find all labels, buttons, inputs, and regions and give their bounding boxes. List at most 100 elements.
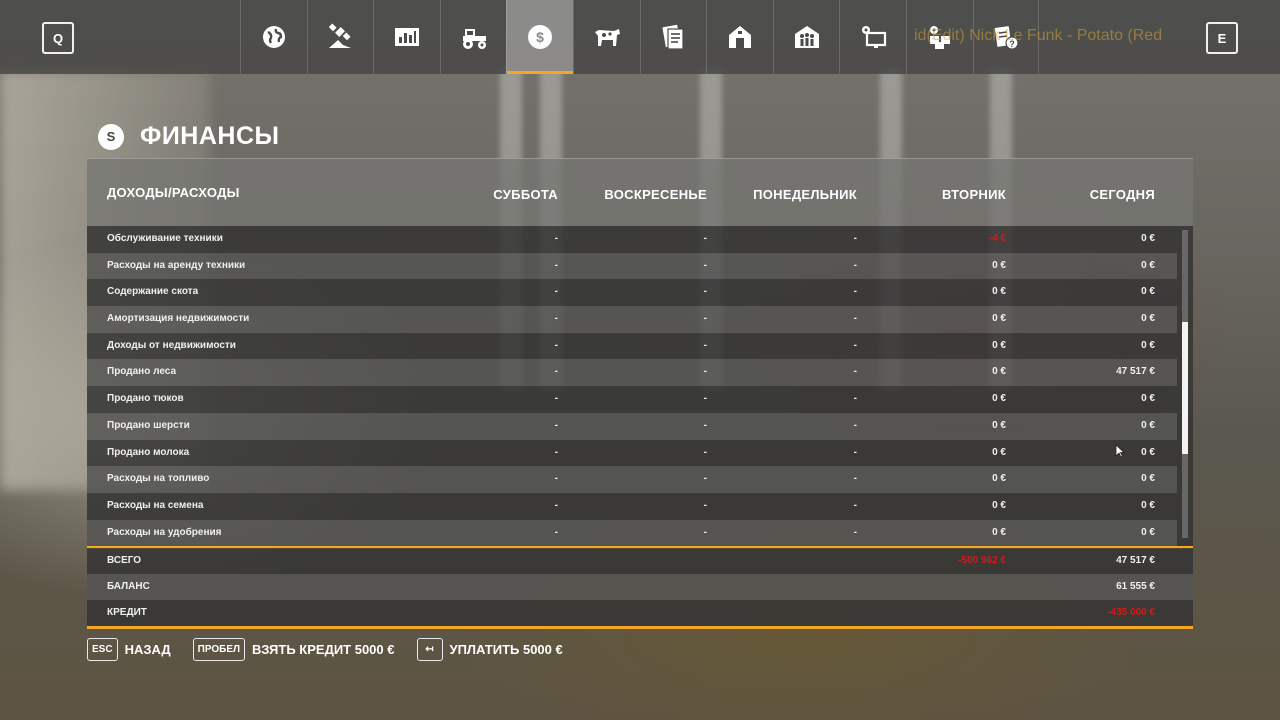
- quick-key-button[interactable]: Q: [42, 22, 74, 54]
- footer-actions: ESC НАЗАД ПРОБЕЛ ВЗЯТЬ КРЕДИТ 5000 € ↤ У…: [87, 638, 585, 661]
- chart-icon: [394, 28, 419, 46]
- documents-icon: [662, 24, 684, 50]
- table-row: Продано молока - - - 0 € 0 €: [87, 439, 1177, 467]
- row-cell: 0 €: [992, 366, 1006, 378]
- row-cell: -: [703, 446, 707, 458]
- table-row: Расходы на семена - - - 0 € 0 €: [87, 492, 1177, 520]
- row-cell: 0 €: [992, 286, 1006, 298]
- totals-today-value: -435 000 €: [1107, 607, 1155, 618]
- row-cell: 47 517 €: [1116, 366, 1155, 378]
- row-cell: 0 €: [992, 446, 1006, 458]
- row-cell: -: [853, 259, 857, 271]
- tab-players[interactable]: [772, 0, 840, 74]
- row-cell: -4 €: [988, 233, 1006, 244]
- row-cell: -: [703, 499, 707, 511]
- totals-row: ВСЕГО -500 962 € 47 517 €: [87, 548, 1193, 574]
- row-cell: -: [853, 233, 857, 244]
- row-cell: 0 €: [1141, 339, 1155, 351]
- row-cell: 0 €: [1141, 526, 1155, 538]
- row-cell: -: [853, 419, 857, 431]
- top-menu-bar: Q $ ? id(Edit) Nick Le Funk - Potato (Re…: [0, 0, 1280, 74]
- row-cell: 0 €: [992, 419, 1006, 431]
- svg-text:$: $: [536, 29, 544, 45]
- tab-settings[interactable]: [839, 0, 906, 74]
- row-cell: -: [853, 339, 857, 351]
- cow-icon: [594, 29, 620, 46]
- row-label: Расходы на удобрения: [107, 526, 222, 538]
- row-cell: -: [853, 526, 857, 538]
- row-cell: -: [853, 499, 857, 511]
- table-row: Расходы на аренду техники - - - 0 € 0 €: [87, 252, 1177, 280]
- tractor-icon: [462, 29, 486, 49]
- row-cell: 0 €: [1141, 286, 1155, 298]
- tab-contracts[interactable]: [639, 0, 707, 74]
- row-cell: -: [554, 499, 558, 511]
- row-label: Обслуживание техники: [107, 233, 223, 244]
- row-cell: -: [853, 473, 857, 485]
- row-cell: -: [853, 313, 857, 325]
- row-cell: 0 €: [1141, 393, 1155, 405]
- backspace-key: ↤: [416, 638, 443, 661]
- monitor-settings-icon: [862, 26, 887, 48]
- row-cell: -: [703, 419, 707, 431]
- row-cell: 0 €: [992, 473, 1006, 485]
- row-label: Продано шерсти: [107, 419, 190, 431]
- globe-icon: [262, 26, 285, 48]
- take-loan-button[interactable]: ПРОБЕЛ ВЗЯТЬ КРЕДИТ 5000 €: [192, 638, 395, 661]
- row-cell: -: [554, 419, 558, 431]
- scroll-thumb[interactable]: [1182, 322, 1188, 454]
- header-tuesday: ВТОРНИК: [941, 187, 1006, 202]
- row-cell: 0 €: [992, 339, 1006, 351]
- row-label: Продано тюков: [107, 393, 184, 405]
- tab-vehicles[interactable]: [439, 0, 507, 74]
- row-cell: 0 €: [1141, 499, 1155, 511]
- tab-calendar[interactable]: [306, 0, 374, 74]
- tab-animals[interactable]: [572, 0, 640, 74]
- row-cell: 0 €: [1141, 233, 1155, 244]
- table-rows: Обслуживание техники - - - -4 € 0 € Расходы на…: [87, 226, 1177, 547]
- row-cell: -: [703, 473, 707, 485]
- tab-farms[interactable]: [706, 0, 773, 74]
- stream-overlay-text: id(Edit) Nick Le Funk - Potato (Red: [914, 27, 1163, 44]
- table-row: Расходы на удобрения - - - 0 € 0 €: [87, 519, 1177, 547]
- row-cell: -: [554, 393, 558, 405]
- back-label: НАЗАД: [124, 642, 171, 657]
- row-label: Амортизация недвижимости: [107, 313, 250, 325]
- repay-label: УПЛАТИТЬ 5000 €: [449, 642, 563, 657]
- row-cell: 0 €: [992, 526, 1006, 538]
- table-row: Расходы на топливо - - - 0 € 0 €: [87, 466, 1177, 493]
- row-label: Расходы на аренду техники: [107, 259, 246, 271]
- table-row: Содержание скота - - - 0 € 0 €: [87, 279, 1177, 307]
- tab-finances[interactable]: $: [506, 0, 573, 74]
- page-heading: S ФИНАНСЫ: [98, 122, 280, 151]
- row-cell: 0 €: [1141, 446, 1155, 458]
- row-cell: 0 €: [992, 499, 1006, 511]
- table-scrollbar[interactable]: [1177, 226, 1193, 546]
- repay-loan-button[interactable]: ↤ УПЛАТИТЬ 5000 €: [416, 638, 563, 661]
- row-cell: -: [703, 366, 707, 378]
- row-cell: -: [853, 446, 857, 458]
- totals-row: КРЕДИТ -435 000 €: [87, 600, 1193, 626]
- row-cell: -: [703, 233, 707, 244]
- people-icon: [794, 26, 819, 48]
- row-cell: 0 €: [992, 259, 1006, 271]
- take-loan-label: ВЗЯТЬ КРЕДИТ 5000 €: [252, 642, 395, 657]
- totals-label: БАЛАНС: [107, 581, 150, 592]
- back-button[interactable]: ESC НАЗАД: [87, 638, 171, 661]
- row-cell: 0 €: [1141, 313, 1155, 325]
- row-cell: 0 €: [992, 393, 1006, 405]
- header-sunday: ВОСКРЕСЕНЬЕ: [604, 187, 707, 202]
- tab-prices[interactable]: [373, 0, 440, 74]
- tab-map[interactable]: [240, 0, 307, 74]
- totals-label: ВСЕГО: [107, 555, 142, 566]
- row-cell: -: [853, 286, 857, 298]
- table-row: Продано леса - - - 0 € 47 517 €: [87, 359, 1177, 387]
- row-label: Продано молока: [107, 446, 190, 458]
- end-key-button[interactable]: E: [1206, 22, 1238, 54]
- finance-table: ДОХОДЫ/РАСХОДЫ СУББОТА ВОСКРЕСЕНЬЕ ПОНЕД…: [87, 158, 1193, 630]
- totals-today-value: 61 555 €: [1116, 581, 1155, 592]
- barn-icon: [728, 26, 751, 48]
- row-label: Расходы на топливо: [107, 473, 210, 485]
- table-row: Амортизация недвижимости - - - 0 € 0 €: [87, 306, 1177, 333]
- totals-tuesday-value: -500 962 €: [958, 555, 1006, 566]
